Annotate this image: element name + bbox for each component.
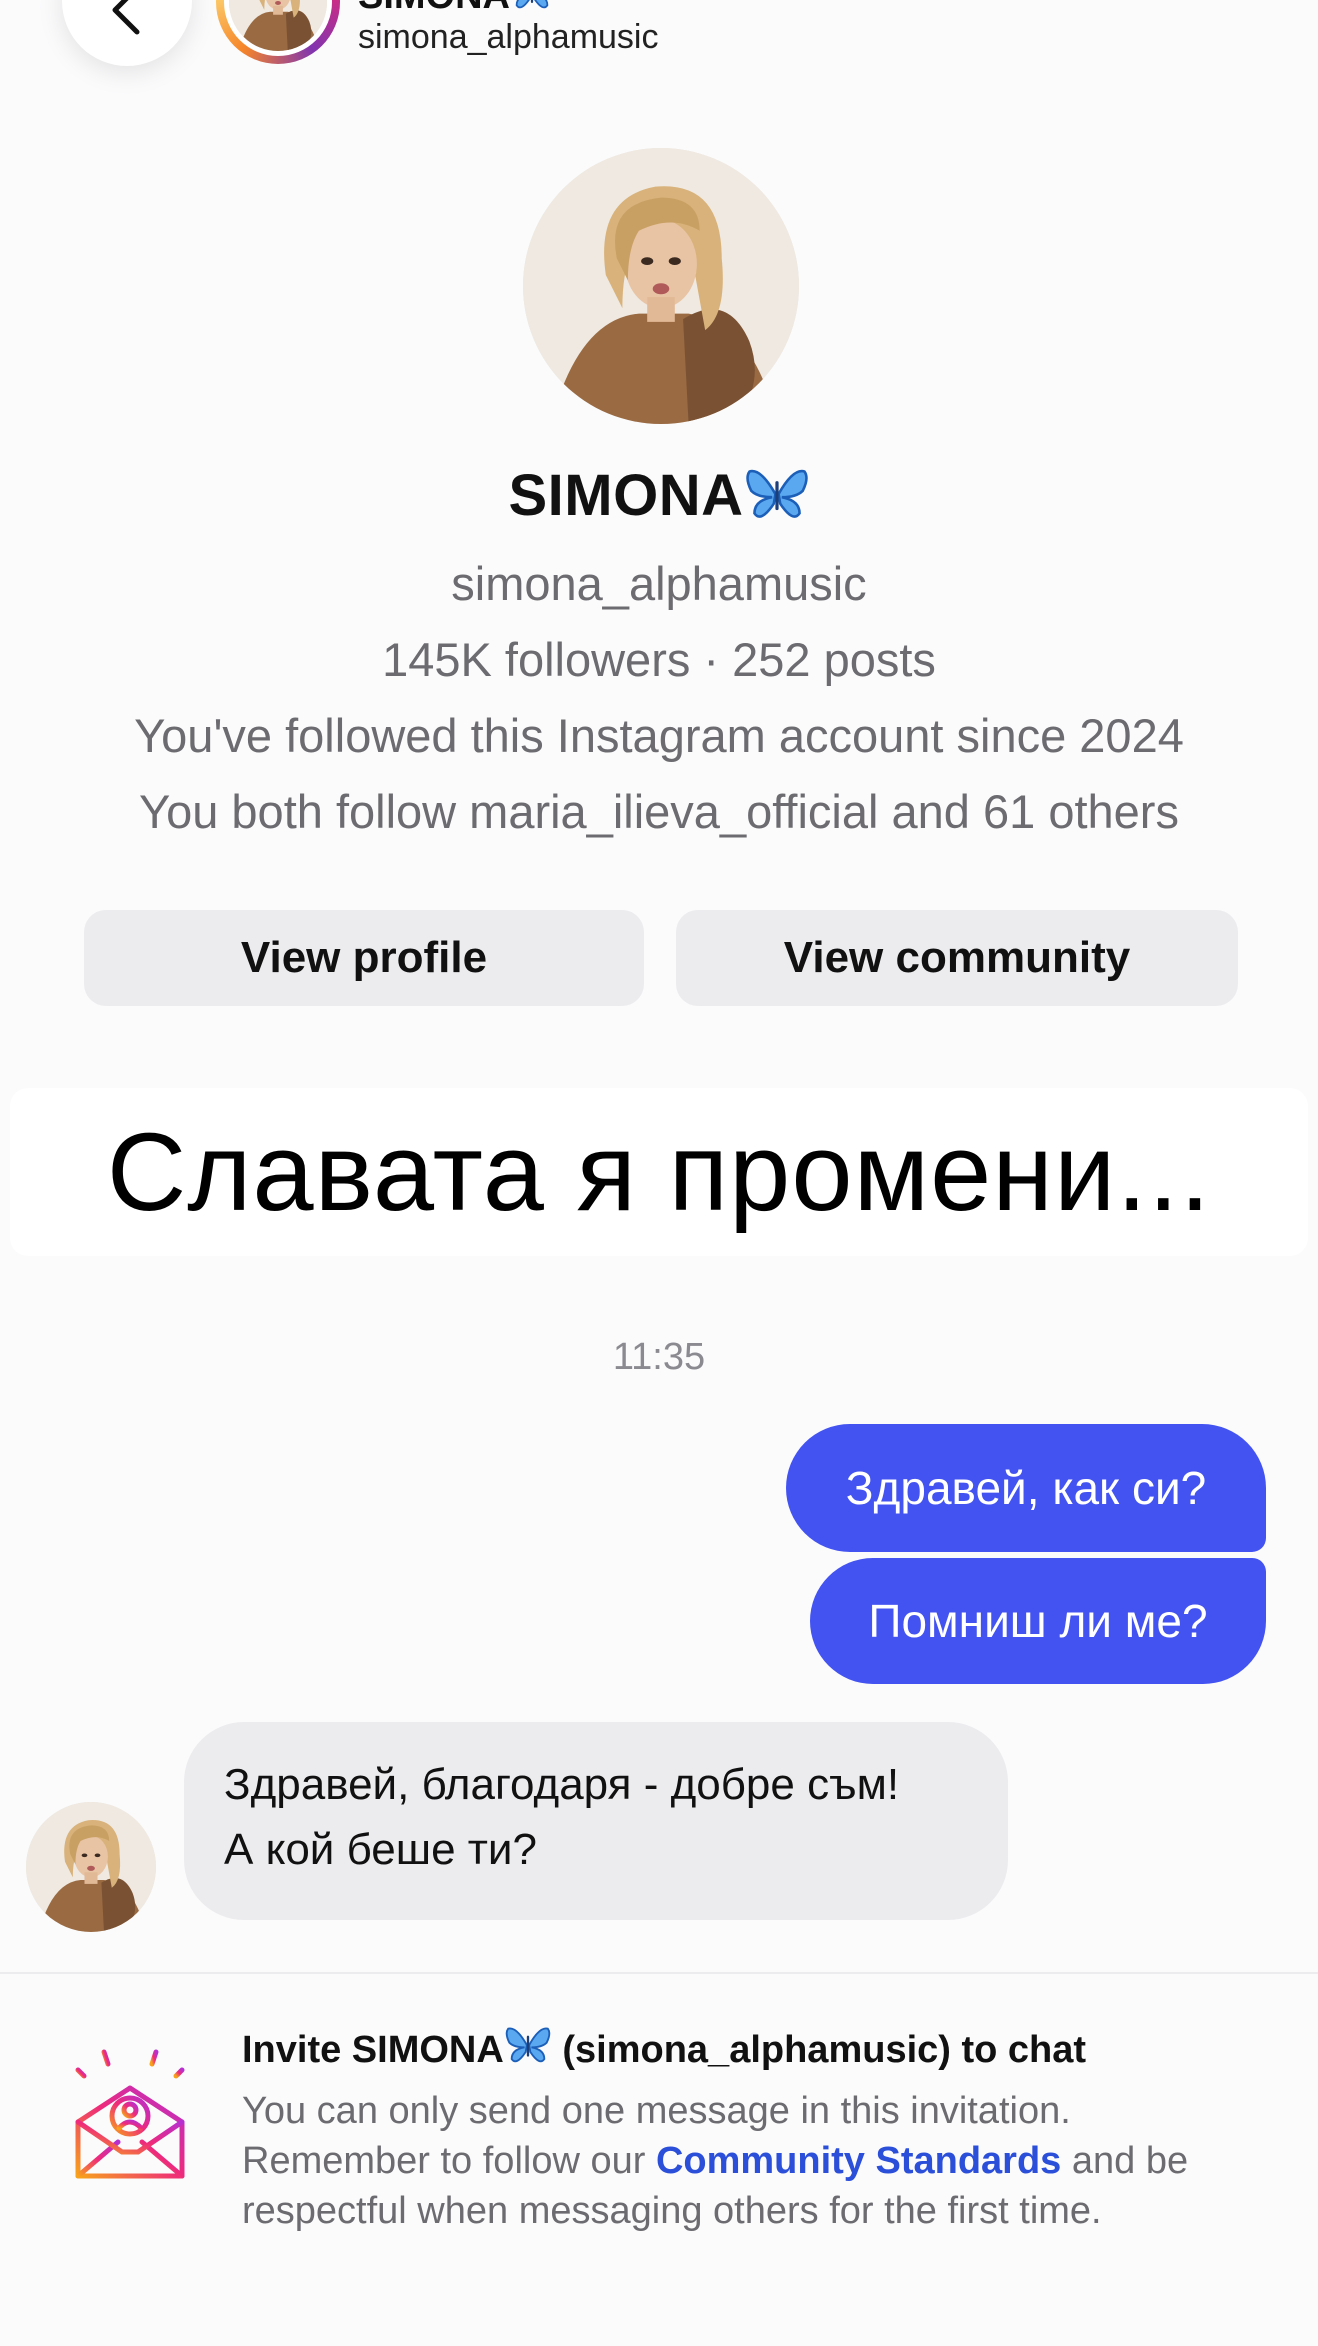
view-profile-button[interactable]: View profile (84, 910, 644, 1006)
profile-avatar[interactable] (523, 148, 799, 424)
mutual-follows-text: You both follow maria_ilieva_official an… (139, 785, 1179, 838)
profile-stats: 145K followers · 252 posts (382, 633, 936, 686)
outgoing-message[interactable]: Помниш ли ме? (810, 1558, 1266, 1684)
back-button[interactable] (62, 0, 192, 66)
invite-title: Invite SIMONA (simona_alphamusic) to cha… (242, 2024, 1086, 2072)
message-text: Здравей, как си? (845, 1462, 1207, 1514)
followed-since-text: You've followed this Instagram account s… (134, 709, 1184, 762)
incoming-message[interactable]: Здравей, благодаря - добре съм! А кой бе… (184, 1722, 1008, 1920)
chevron-left-icon (112, 0, 140, 35)
outgoing-message[interactable]: Здравей, как си? (786, 1424, 1266, 1552)
avatar (229, 0, 327, 51)
message-text: Помниш ли ме? (868, 1595, 1208, 1647)
butterfly-icon (504, 2024, 552, 2066)
profile-name: SIMONA (0, 462, 1318, 529)
sender-avatar[interactable] (26, 1802, 156, 1932)
invite-description: You can only send one message in this in… (242, 2086, 1262, 2236)
butterfly-icon (744, 465, 810, 523)
caption-text: Славата я промени... (106, 1110, 1212, 1234)
invite-envelope-icon (75, 2045, 185, 2179)
header-name: SIMONA (358, 0, 554, 18)
header-avatar[interactable] (216, 0, 340, 64)
community-standards-link[interactable]: Community Standards (656, 2140, 1061, 2182)
view-community-button[interactable]: View community (676, 910, 1238, 1006)
message-timestamp: 11:35 (612, 1336, 706, 1378)
profile-username: simona_alphamusic (451, 557, 867, 610)
header-username: simona_alphamusic (358, 18, 659, 56)
divider (0, 1972, 1318, 1974)
butterfly-icon (510, 0, 554, 12)
caption-overlay: Славата я промени... (10, 1088, 1308, 1256)
